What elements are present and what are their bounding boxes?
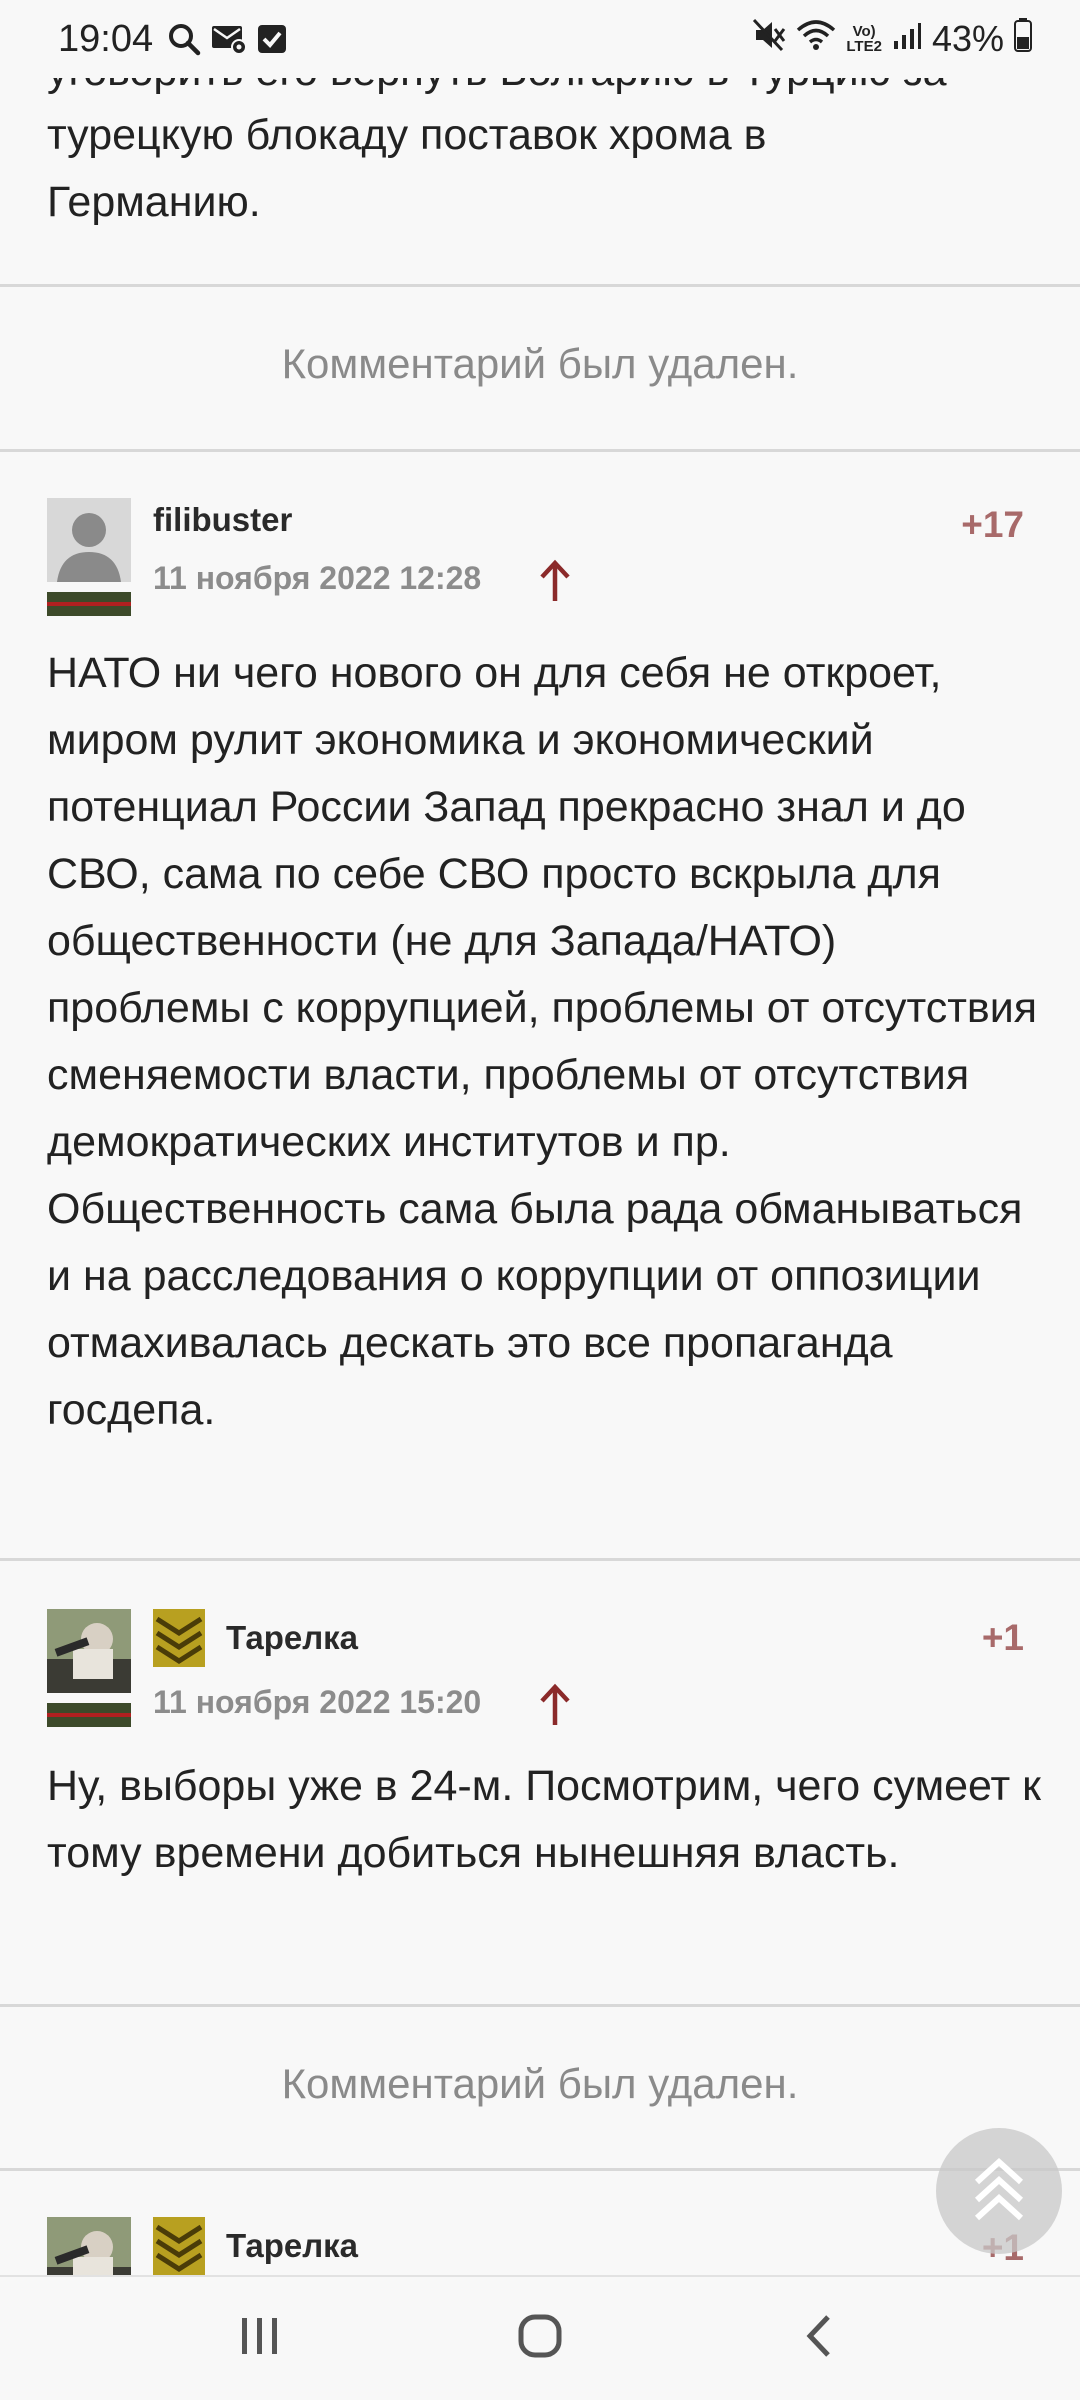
comment-text: Ну, выборы уже в 24-м. Посмотрим, чего с… (47, 1762, 1041, 1877)
divider (0, 1558, 1080, 1561)
recents-icon (238, 2314, 282, 2363)
divider (0, 284, 1080, 287)
divider (0, 449, 1080, 452)
deleted-comment-label: Комментарий был удален. (281, 340, 799, 387)
scroll-top-icon (969, 2154, 1029, 2229)
previous-comment-line-2: Германию. (47, 178, 261, 226)
lte-label: LTE2 (846, 38, 882, 55)
avatar[interactable] (47, 498, 131, 582)
rank-strip (47, 1703, 131, 1727)
back-button[interactable] (775, 2294, 865, 2384)
status-bar: 19:04 Vo) LTE2 43% (0, 0, 1080, 78)
status-right: Vo) LTE2 43% (752, 17, 1032, 61)
comment-username[interactable]: Тарелка (226, 2227, 358, 2265)
rank-strip (47, 592, 131, 616)
scroll-to-top-button[interactable] (936, 2128, 1062, 2254)
status-time: 19:04 (58, 17, 154, 60)
checkbox-icon (257, 24, 287, 54)
comment-date: 11 ноября 2022 12:28 (153, 560, 482, 596)
mail-settings-icon (211, 23, 248, 55)
search-icon (167, 22, 201, 56)
rank-badge-icon (153, 2217, 205, 2275)
comment-score: +1 (981, 1617, 1024, 1658)
network-label: Vo) LTE2 (846, 24, 882, 54)
signal-icon (892, 18, 922, 60)
deleted-comment-label: Комментарий был удален. (281, 2060, 799, 2107)
home-icon (517, 2313, 563, 2364)
battery-icon (1014, 17, 1032, 61)
wifi-icon (796, 18, 836, 61)
reply-arrow-icon[interactable] (538, 1683, 572, 1727)
navigation-bar (0, 2275, 1080, 2400)
previous-comment-line-1: турецкую блокаду поставок хрома в (47, 111, 767, 159)
battery-percent: 43% (931, 18, 1004, 59)
comment-date: 11 ноября 2022 15:20 (153, 1684, 482, 1720)
recents-button[interactable] (215, 2294, 305, 2384)
comment-score: +17 (961, 504, 1024, 545)
comment-username[interactable]: filibuster (153, 501, 292, 539)
rank-badge-icon (153, 1609, 205, 1667)
screen: 19:04 Vo) LTE2 43% турецкую блокаду пост… (0, 0, 1080, 2400)
comment-text: НАТО ни чего нового он для себя не откро… (47, 649, 1038, 1434)
divider (0, 2004, 1080, 2007)
comment-username[interactable]: Тарелка (226, 1619, 358, 1657)
reply-arrow-icon[interactable] (538, 559, 572, 603)
home-button[interactable] (495, 2294, 585, 2384)
avatar[interactable] (47, 1609, 131, 1693)
mute-icon (752, 18, 786, 61)
back-icon (802, 2313, 838, 2364)
divider (0, 2168, 1080, 2171)
